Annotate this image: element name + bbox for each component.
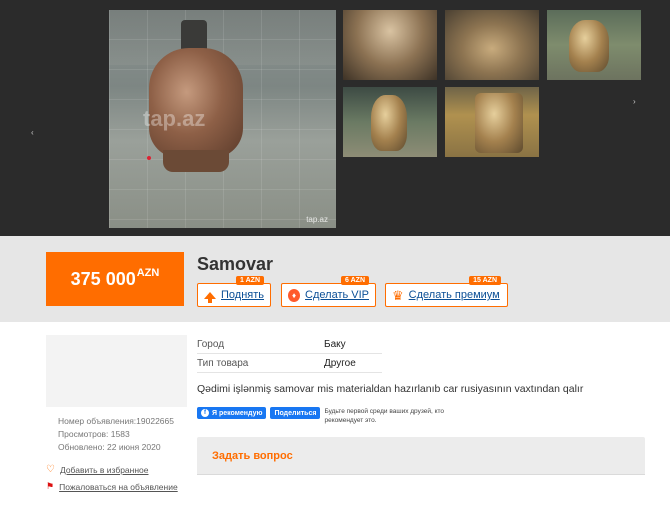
recommend-label: Я рекомендую xyxy=(212,409,263,417)
listing-title: Samovar xyxy=(197,254,274,274)
updated-date: Обновлено: 22 июня 2020 xyxy=(58,442,161,452)
seller-placeholder xyxy=(46,335,187,407)
facebook-share-button[interactable]: Поделиться xyxy=(270,407,321,419)
premium-button[interactable]: ♛ Сделать премиум 15 AZN xyxy=(385,276,508,307)
property-value[interactable]: Баку xyxy=(324,339,346,350)
report-ad-link[interactable]: ⚑ Пожаловаться на объявление xyxy=(46,481,178,492)
premium-price-badge: 15 AZN xyxy=(469,276,501,285)
share-label: Поделиться xyxy=(274,409,317,417)
photo-watermark: tap.az xyxy=(143,106,206,131)
properties-table: Город Баку Тип товара Другое xyxy=(197,335,382,373)
view-count: Просмотров: 1583 xyxy=(58,429,130,439)
crown-icon: ♛ xyxy=(392,287,404,303)
facebook-icon: f xyxy=(201,409,209,417)
favorite-label: Добавить в избранное xyxy=(59,464,149,475)
vip-label: Сделать VIP xyxy=(305,289,369,301)
thumbnail-2[interactable] xyxy=(445,10,539,80)
add-to-favorites-link[interactable]: ♡ Добавить в избранное xyxy=(46,464,149,475)
property-key: Тип товара xyxy=(197,357,249,369)
property-row: Город Баку xyxy=(197,335,382,354)
price-amount: 375 000 xyxy=(70,268,136,289)
facebook-widget: f Я рекомендую Поделиться Будьте первой … xyxy=(197,407,454,425)
thumbnail-object xyxy=(371,95,407,151)
thumbnail-4[interactable] xyxy=(343,87,437,157)
vip-button[interactable]: ♦ Сделать VIP 6 AZN xyxy=(281,276,376,307)
premium-label: Сделать премиум xyxy=(408,289,500,301)
vip-icon: ♦ xyxy=(288,288,301,302)
ad-number: Номер объявления:19022665 xyxy=(58,416,174,426)
facebook-note: Будьте первой среди ваших друзей, кто ре… xyxy=(324,408,445,424)
facebook-recommend-button[interactable]: f Я рекомендую xyxy=(197,407,267,419)
price-currency: AZN xyxy=(136,267,160,279)
property-value[interactable]: Другое xyxy=(324,358,356,369)
arrow-up-icon xyxy=(204,291,216,303)
thumbnail-object xyxy=(475,93,523,153)
bump-button[interactable]: Поднять 1 AZN xyxy=(197,276,271,307)
property-row: Тип товара Другое xyxy=(197,354,382,373)
photo-watermark-corner: tap.az xyxy=(306,215,328,224)
price-box: 375 000 AZN xyxy=(46,252,184,306)
bump-label: Поднять xyxy=(221,289,265,301)
photo-detail xyxy=(147,156,151,160)
photo-gallery: tap.az tap.az ‹ › xyxy=(0,0,670,236)
samovar-base xyxy=(163,150,229,172)
heart-icon: ♡ xyxy=(46,464,55,475)
flag-icon: ⚑ xyxy=(46,481,55,491)
ask-question-panel: Задать вопрос xyxy=(197,437,645,475)
property-key: Город xyxy=(197,338,225,350)
main-photo[interactable]: tap.az tap.az xyxy=(109,10,336,228)
thumbnail-5[interactable] xyxy=(445,87,539,157)
vip-price-badge: 6 AZN xyxy=(341,276,369,285)
gallery-prev-icon[interactable]: ‹ xyxy=(31,128,34,137)
divider xyxy=(197,474,645,475)
thumbnail-object xyxy=(569,20,609,72)
report-label: Пожаловаться на объявление xyxy=(59,481,178,492)
thumbnail-1[interactable] xyxy=(343,10,437,80)
ask-question-link[interactable]: Задать вопрос xyxy=(212,450,293,462)
samovar-body xyxy=(149,48,243,158)
listing-description: Qədimi işlənmiş samovar mis materialdan … xyxy=(197,383,584,395)
thumbnail-3[interactable] xyxy=(547,10,641,80)
gallery-next-icon[interactable]: › xyxy=(633,97,636,106)
bump-price-badge: 1 AZN xyxy=(236,276,264,285)
